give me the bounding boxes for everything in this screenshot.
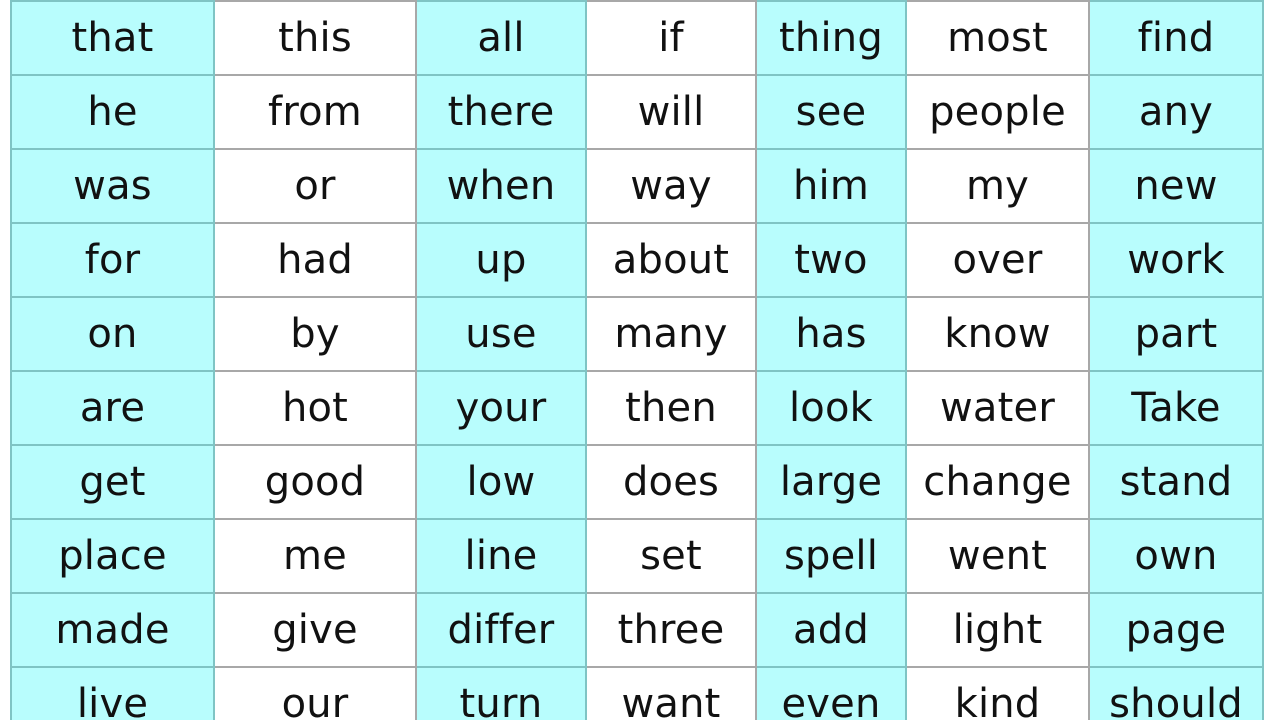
word-cell[interactable]: does [585,444,757,520]
word-cell[interactable]: see [755,74,907,150]
table-row: he from there will see people any [10,74,1264,150]
word-table-container: that this all if thing most find he from there wil… [0,0,1280,720]
word-cell[interactable]: hot [213,370,417,446]
word-cell[interactable]: two [755,222,907,298]
word-cell[interactable]: over [905,222,1090,298]
table-row: are hot your then look water Take [10,370,1264,446]
word-cell[interactable]: new [1088,148,1264,224]
word-cell[interactable]: kind [905,666,1090,720]
word-cell[interactable]: live [10,666,215,720]
word-cell[interactable]: any [1088,74,1264,150]
word-cell[interactable]: our [213,666,417,720]
table-row: that this all if thing most find [10,0,1264,76]
word-cell[interactable]: will [585,74,757,150]
word-cell[interactable]: turn [415,666,587,720]
word-cell[interactable]: spell [755,518,907,594]
word-cell[interactable]: set [585,518,757,594]
word-cell[interactable]: change [905,444,1090,520]
table-row: made give differ three add light page [10,592,1264,668]
word-cell[interactable]: line [415,518,587,594]
word-cell[interactable]: there [415,74,587,150]
word-cell[interactable]: has [755,296,907,372]
word-cell[interactable]: he [10,74,215,150]
word-cell[interactable]: or [213,148,417,224]
table-row: was or when way him my new [10,148,1264,224]
word-cell[interactable]: get [10,444,215,520]
word-cell[interactable]: Take [1088,370,1264,446]
table-row: for had up about two over work [10,222,1264,298]
word-cell[interactable]: page [1088,592,1264,668]
word-cell[interactable]: want [585,666,757,720]
word-cell[interactable]: stand [1088,444,1264,520]
table-row: get good low does large change stand [10,444,1264,520]
word-cell[interactable]: water [905,370,1090,446]
sight-words-table-body: that this all if thing most find he from there wil… [10,0,1264,720]
word-cell[interactable]: up [415,222,587,298]
word-cell[interactable]: him [755,148,907,224]
word-cell[interactable]: know [905,296,1090,372]
word-cell[interactable]: low [415,444,587,520]
word-cell[interactable]: if [585,0,757,76]
word-cell[interactable]: use [415,296,587,372]
word-cell[interactable]: many [585,296,757,372]
word-cell[interactable]: people [905,74,1090,150]
word-cell[interactable]: differ [415,592,587,668]
word-cell[interactable]: your [415,370,587,446]
word-cell[interactable]: then [585,370,757,446]
table-row: place me line set spell went own [10,518,1264,594]
word-cell[interactable]: way [585,148,757,224]
word-cell[interactable]: this [213,0,417,76]
word-cell[interactable]: own [1088,518,1264,594]
sight-words-table: that this all if thing most find he from there wil… [10,0,1264,720]
word-cell[interactable]: that [10,0,215,76]
word-cell[interactable]: even [755,666,907,720]
word-cell[interactable]: thing [755,0,907,76]
word-cell[interactable]: went [905,518,1090,594]
word-cell[interactable]: look [755,370,907,446]
word-cell[interactable]: by [213,296,417,372]
word-cell[interactable]: light [905,592,1090,668]
word-cell[interactable]: work [1088,222,1264,298]
word-cell[interactable]: good [213,444,417,520]
word-cell[interactable]: when [415,148,587,224]
word-cell[interactable]: place [10,518,215,594]
word-cell[interactable]: find [1088,0,1264,76]
word-cell[interactable]: about [585,222,757,298]
word-cell[interactable]: had [213,222,417,298]
word-cell[interactable]: three [585,592,757,668]
word-cell[interactable]: add [755,592,907,668]
word-cell[interactable]: are [10,370,215,446]
word-cell[interactable]: most [905,0,1090,76]
word-cell[interactable]: my [905,148,1090,224]
word-cell[interactable]: large [755,444,907,520]
word-cell[interactable]: should [1088,666,1264,720]
word-cell[interactable]: on [10,296,215,372]
word-cell[interactable]: give [213,592,417,668]
table-row: on by use many has know part [10,296,1264,372]
word-cell[interactable]: me [213,518,417,594]
word-cell[interactable]: part [1088,296,1264,372]
word-cell[interactable]: for [10,222,215,298]
word-cell[interactable]: all [415,0,587,76]
word-cell[interactable]: from [213,74,417,150]
word-cell[interactable]: made [10,592,215,668]
word-cell[interactable]: was [10,148,215,224]
table-row: live our turn want even kind should [10,666,1264,720]
